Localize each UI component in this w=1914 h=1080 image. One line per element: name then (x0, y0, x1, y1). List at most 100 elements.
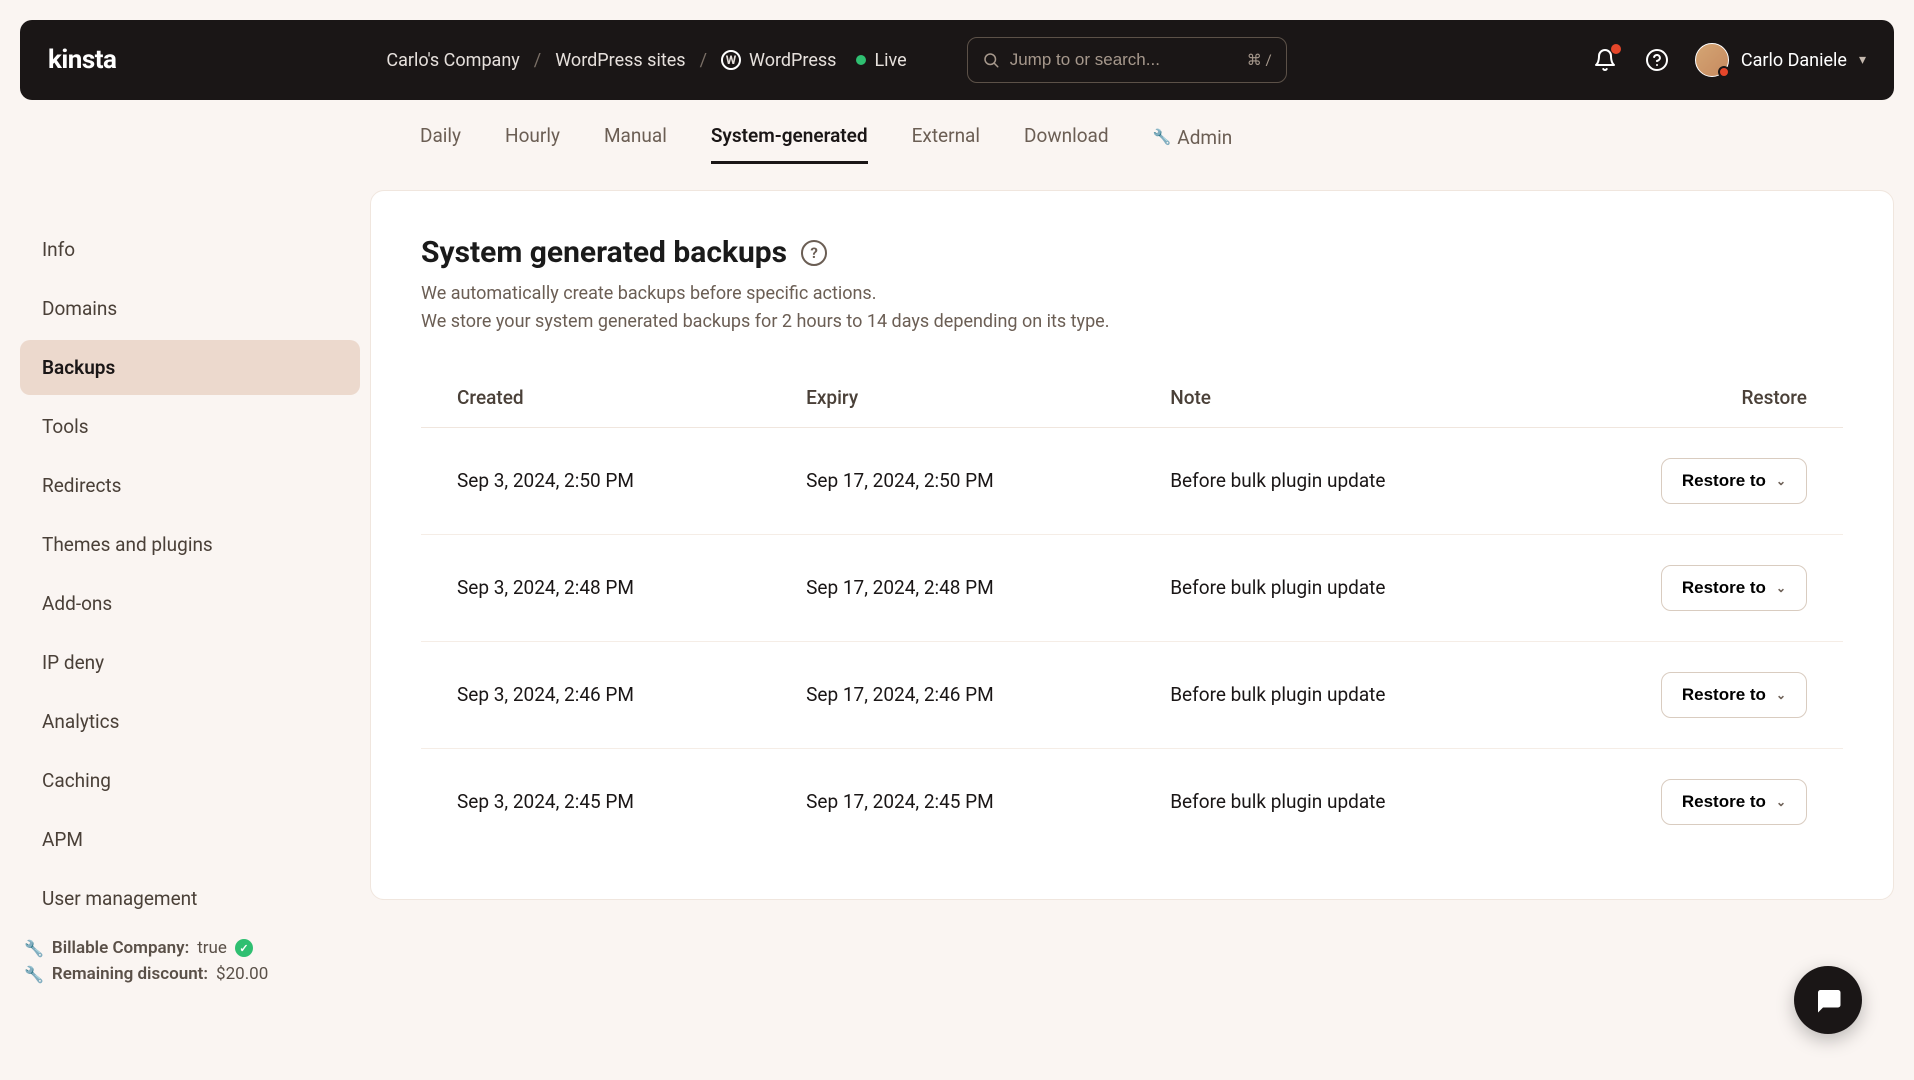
cell-expiry: Sep 17, 2024, 2:46 PM (770, 641, 1134, 748)
cell-note: Before bulk plugin update (1134, 427, 1537, 534)
tab-label: Admin (1177, 126, 1232, 149)
sidebar-item-add-ons[interactable]: Add-ons (20, 576, 360, 631)
env-badge[interactable]: Live (856, 50, 906, 71)
cell-note: Before bulk plugin update (1134, 748, 1537, 855)
sidebar-item-caching[interactable]: Caching (20, 753, 360, 808)
restore-label: Restore to (1682, 685, 1766, 705)
col-expiry: Expiry (770, 368, 1134, 428)
cell-created: Sep 3, 2024, 2:46 PM (421, 641, 770, 748)
panel-description: We automatically create backups before s… (421, 280, 1843, 336)
tab-system-generated[interactable]: System-generated (711, 124, 868, 164)
sidebar-item-backups[interactable]: Backups (20, 340, 360, 395)
breadcrumb-site-label: WordPress (749, 50, 836, 71)
wrench-icon: 🔧 (24, 939, 44, 958)
breadcrumb-section[interactable]: WordPress sites (555, 50, 685, 71)
table-row: Sep 3, 2024, 2:50 PMSep 17, 2024, 2:50 P… (421, 427, 1843, 534)
tab-manual[interactable]: Manual (604, 124, 667, 164)
table-row: Sep 3, 2024, 2:45 PMSep 17, 2024, 2:45 P… (421, 748, 1843, 855)
discount-value: $20.00 (216, 964, 268, 984)
discount-row: 🔧 Remaining discount: $20.00 (24, 964, 356, 984)
page-title-text: System generated backups (421, 235, 787, 270)
search-box[interactable]: ⌘ / (967, 37, 1287, 83)
panel-desc-1: We automatically create backups before s… (421, 280, 1843, 308)
tabs: Daily Hourly Manual System-generated Externa… (20, 100, 1894, 182)
cell-note: Before bulk plugin update (1134, 641, 1537, 748)
search-input[interactable] (1010, 50, 1237, 70)
breadcrumb-company[interactable]: Carlo's Company (386, 50, 519, 71)
cell-restore: Restore to ⌄ (1537, 427, 1843, 534)
env-label: Live (874, 50, 906, 71)
chevron-down-icon: ⌄ (1776, 474, 1786, 488)
tab-admin[interactable]: 🔧 Admin (1153, 124, 1233, 164)
chat-icon (1813, 985, 1843, 1015)
col-created: Created (421, 368, 770, 428)
restore-button[interactable]: Restore to⌄ (1661, 672, 1807, 718)
tab-label: Daily (420, 124, 461, 147)
backups-panel: System generated backups ? We automatica… (370, 190, 1894, 900)
tab-external[interactable]: External (912, 124, 980, 164)
sidebar-footer: 🔧 Billable Company: true ✓ 🔧 Remaining d… (20, 938, 360, 984)
col-note: Note (1134, 368, 1537, 428)
billable-row: 🔧 Billable Company: true ✓ (24, 938, 356, 958)
page-title: System generated backups ? (421, 235, 1843, 270)
notif-dot-icon (1611, 44, 1621, 54)
tab-label: Download (1024, 124, 1109, 147)
sidebar-item-apm[interactable]: APM (20, 812, 360, 867)
cell-note: Before bulk plugin update (1134, 534, 1537, 641)
wordpress-icon: W (721, 50, 741, 70)
status-dot-icon (856, 55, 866, 65)
search-kbd: ⌘ / (1247, 51, 1272, 69)
wrench-icon: 🔧 (24, 965, 44, 984)
tab-label: Hourly (505, 124, 560, 147)
sidebar-item-redirects[interactable]: Redirects (20, 458, 360, 513)
chevron-down-icon: ⌄ (1776, 581, 1786, 595)
tab-label: Manual (604, 124, 667, 147)
tab-label: External (912, 124, 980, 147)
breadcrumb-sep: / (534, 50, 541, 71)
tab-daily[interactable]: Daily (420, 124, 461, 164)
restore-label: Restore to (1682, 792, 1766, 812)
cell-created: Sep 3, 2024, 2:48 PM (421, 534, 770, 641)
sidebar-item-themes-and-plugins[interactable]: Themes and plugins (20, 517, 360, 572)
restore-button[interactable]: Restore to⌄ (1661, 779, 1807, 825)
help-icon[interactable]: ? (801, 240, 827, 266)
restore-button[interactable]: Restore to ⌄ (1661, 458, 1807, 504)
breadcrumb-sep: / (700, 50, 707, 71)
breadcrumb: Carlo's Company / WordPress sites / W Wo… (386, 50, 906, 71)
user-menu[interactable]: Carlo Daniele ▾ (1695, 43, 1866, 77)
breadcrumb-site[interactable]: W WordPress (721, 50, 836, 71)
cell-expiry: Sep 17, 2024, 2:48 PM (770, 534, 1134, 641)
sidebar-item-domains[interactable]: Domains (20, 281, 360, 336)
tab-download[interactable]: Download (1024, 124, 1109, 164)
backups-table: Created Expiry Note Restore Sep 3, 2024,… (421, 368, 1843, 855)
help-button[interactable] (1643, 46, 1671, 74)
sidebar-item-info[interactable]: Info (20, 222, 360, 277)
sidebar-item-analytics[interactable]: Analytics (20, 694, 360, 749)
notifications-button[interactable] (1591, 46, 1619, 74)
cell-restore: Restore to⌄ (1537, 641, 1843, 748)
tab-hourly[interactable]: Hourly (505, 124, 560, 164)
chat-button[interactable] (1794, 966, 1862, 1034)
avatar-dot-icon (1718, 66, 1730, 78)
restore-label: Restore to (1682, 578, 1766, 598)
logo[interactable]: kinsta (48, 45, 116, 75)
cell-restore: Restore to ⌄ (1537, 534, 1843, 641)
tab-label: System-generated (711, 124, 868, 147)
table-row: Sep 3, 2024, 2:46 PMSep 17, 2024, 2:46 P… (421, 641, 1843, 748)
sidebar-item-ip-deny[interactable]: IP deny (20, 635, 360, 690)
billable-value: true (197, 938, 227, 958)
cell-created: Sep 3, 2024, 2:50 PM (421, 427, 770, 534)
sidebar-item-tools[interactable]: Tools (20, 399, 360, 454)
sidebar: InfoDomainsBackupsToolsRedirectsThemes a… (20, 190, 370, 990)
topbar: kinsta Carlo's Company / WordPress sites… (20, 20, 1894, 100)
check-icon: ✓ (235, 939, 253, 957)
search-icon (982, 51, 1000, 69)
table-row: Sep 3, 2024, 2:48 PMSep 17, 2024, 2:48 P… (421, 534, 1843, 641)
sidebar-item-user-management[interactable]: User management (20, 871, 360, 926)
billable-label: Billable Company: (52, 938, 189, 958)
restore-label: Restore to (1682, 471, 1766, 491)
cell-created: Sep 3, 2024, 2:45 PM (421, 748, 770, 855)
wrench-icon: 🔧 (1153, 128, 1172, 146)
restore-button[interactable]: Restore to ⌄ (1661, 565, 1807, 611)
avatar (1695, 43, 1729, 77)
